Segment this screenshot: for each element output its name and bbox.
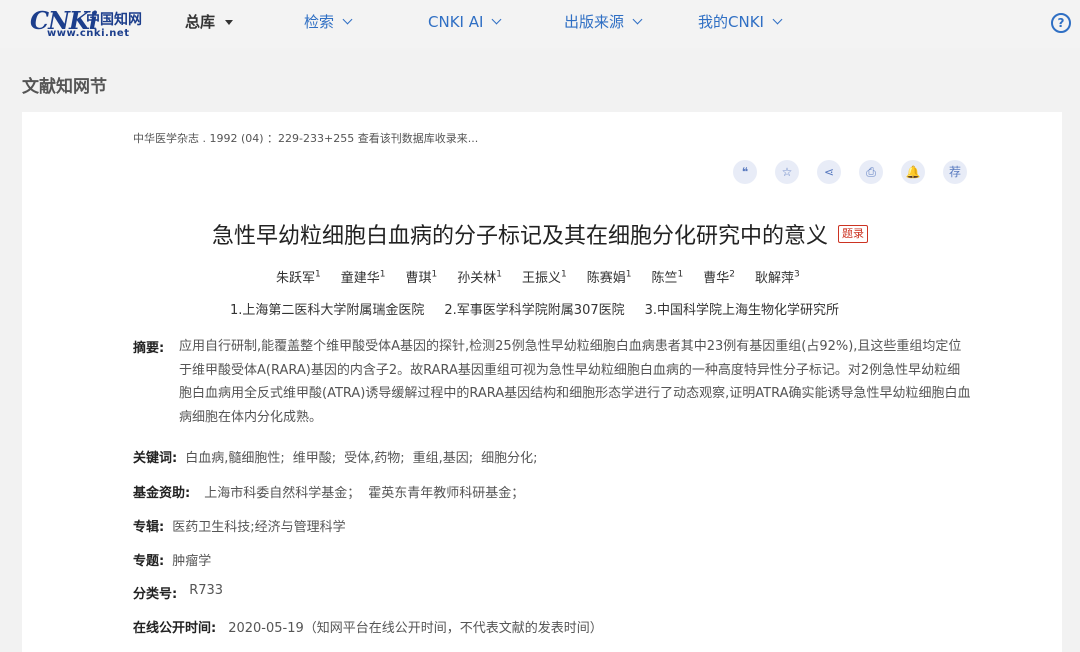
class-value: R733 (189, 583, 224, 598)
nav-publication-source[interactable]: 出版来源 (564, 12, 643, 32)
author[interactable]: 陈竺1 (652, 267, 684, 286)
nav-my-cnki-label: 我的CNKI (698, 13, 764, 31)
logo-cn-title: 中国知网 (86, 12, 142, 28)
chevron-down-icon (342, 14, 353, 25)
online-time-value: 2020-05-19（知网平台在线公开时间，不代表文献的发表时间） (228, 621, 603, 636)
class-row: 分类号: R733 (133, 583, 223, 602)
funding-row: 基金资助: 上海市科委自然科学基金； 霍英东青年教师科研基金； (133, 482, 524, 501)
nav-library-label: 总库 (185, 13, 216, 31)
nav-publication-source-label: 出版来源 (564, 13, 625, 31)
keyword-link[interactable]: 白血病,髓细胞性; (185, 447, 285, 466)
keywords-label: 关键词: (133, 451, 178, 466)
topic-value: 肿瘤学 (172, 554, 212, 569)
nav-search-label: 检索 (304, 13, 335, 31)
funding-link[interactable]: 霍英东青年教师科研基金； (368, 482, 524, 501)
author[interactable]: 童建华1 (341, 267, 386, 286)
keyword-link[interactable]: 受体,药物; (344, 447, 405, 466)
affiliation[interactable]: 1.上海第二医科大学附属瑞金医院 (230, 299, 424, 318)
bell-icon[interactable]: 🔔 (901, 160, 925, 184)
affiliation-list: 1.上海第二医科大学附属瑞金医院 2.军事医学科学院附属307医院 3.中国科学… (230, 299, 839, 318)
author-list: 朱跃军1 童建华1 曹琪1 孙关林1 王振义1 陈赛娟1 陈竺1 曹华2 耿解萍… (276, 267, 800, 286)
online-time-row: 在线公开时间: 2020-05-19（知网平台在线公开时间，不代表文献的发表时间… (133, 617, 603, 636)
nav-search[interactable]: 检索 (304, 12, 353, 32)
keyword-link[interactable]: 细胞分化; (481, 447, 537, 466)
quote-icon[interactable]: ❝ (733, 160, 757, 184)
article-title: 急性早幼粒细胞白血病的分子标记及其在细胞分化研究中的意义 (211, 224, 828, 249)
author[interactable]: 曹琪1 (406, 267, 438, 286)
chevron-down-icon (491, 14, 502, 25)
share-icon[interactable]: ⋖ (817, 160, 841, 184)
record-tag: 题录 (838, 225, 868, 243)
print-icon[interactable]: ⎙ (859, 160, 883, 184)
keyword-link[interactable]: 维甲酸; (293, 447, 336, 466)
affiliation[interactable]: 3.中国科学院上海生物化学研究所 (645, 299, 839, 318)
author[interactable]: 王振义1 (522, 267, 567, 286)
toolbar: ❝ ☆ ⋖ ⎙ 🔔 荐 (733, 160, 967, 184)
funding-link[interactable]: 上海市科委自然科学基金； (204, 482, 360, 501)
album-label: 专辑: (133, 520, 165, 535)
topic-label: 专题: (133, 554, 165, 569)
star-icon[interactable]: ☆ (775, 160, 799, 184)
article-title-wrap: 急性早幼粒细胞白血病的分子标记及其在细胞分化研究中的意义 题录 (0, 218, 1080, 250)
chevron-down-icon (632, 14, 643, 25)
source-line[interactable]: 中华医学杂志 . 1992 (04) ：229-233+255 查看该刊数据库收… (133, 130, 478, 146)
funding-label: 基金资助: (133, 486, 191, 501)
album-value: 医药卫生科技;经济与管理科学 (172, 520, 346, 535)
nav-my-cnki[interactable]: 我的CNKI (698, 12, 783, 32)
author[interactable]: 孙关林1 (457, 267, 502, 286)
nav-cnki-ai-label: CNKI AI (428, 13, 484, 31)
cnki-logo[interactable]: CNKi 中国知网 www.cnki.net (22, 6, 150, 40)
affiliation[interactable]: 2.军事医学科学院附属307医院 (444, 299, 624, 318)
abstract-text: 应用自行研制,能覆盖整个维甲酸受体A基因的探针,检测25例急性早幼粒细胞白血病患… (179, 339, 971, 425)
logo-url: www.cnki.net (47, 28, 130, 39)
keywords-row: 关键词: 白血病,髓细胞性; 维甲酸; 受体,药物; 重组,基因; 细胞分化; (133, 447, 538, 466)
album-row: 专辑: 医药卫生科技;经济与管理科学 (133, 516, 346, 535)
online-time-label: 在线公开时间: (133, 621, 217, 636)
top-nav: CNKi 中国知网 www.cnki.net 总库 检索 CNKI AI 出版来… (0, 0, 1080, 48)
author[interactable]: 陈赛娟1 (587, 267, 632, 286)
topic-row: 专题: 肿瘤学 (133, 550, 211, 569)
caret-down-icon (225, 19, 234, 25)
abstract-label: 摘要: (133, 341, 165, 356)
chevron-down-icon (772, 14, 783, 25)
author[interactable]: 朱跃军1 (276, 267, 321, 286)
recommend-icon[interactable]: 荐 (943, 160, 967, 184)
author[interactable]: 耿解萍3 (755, 267, 800, 286)
nav-library[interactable]: 总库 (185, 12, 234, 32)
help-icon[interactable]: ? (1051, 13, 1071, 33)
class-label: 分类号: (133, 587, 178, 602)
keyword-link[interactable]: 重组,基因; (413, 447, 474, 466)
author[interactable]: 曹华2 (703, 267, 735, 286)
nav-cnki-ai[interactable]: CNKI AI (428, 12, 502, 32)
section-title: 文献知网节 (22, 77, 107, 97)
